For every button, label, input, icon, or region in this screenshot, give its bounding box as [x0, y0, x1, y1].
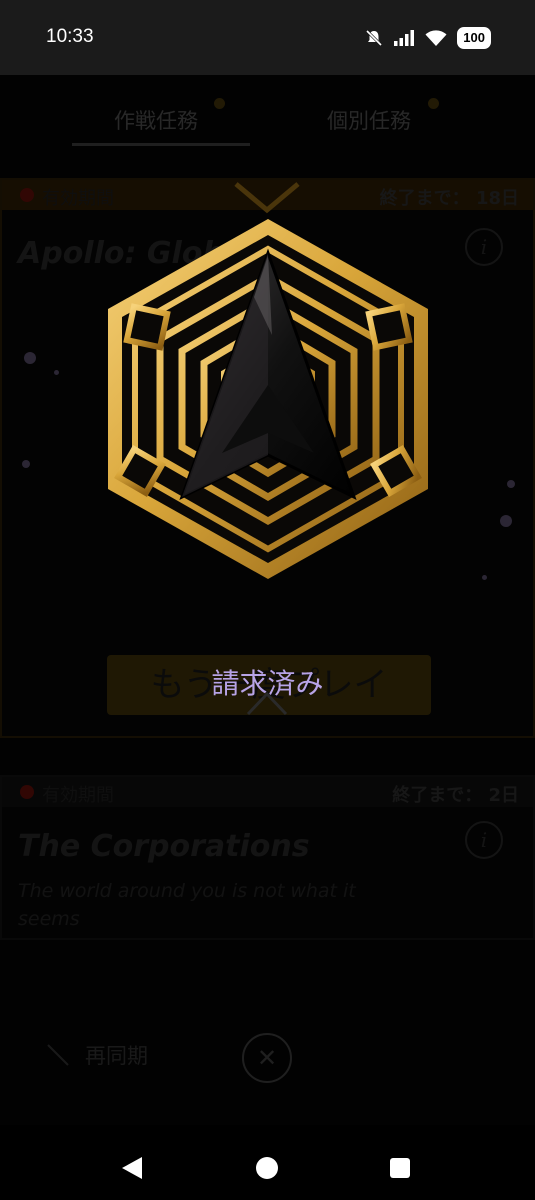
status-time: 10:33	[46, 26, 94, 47]
home-icon[interactable]	[256, 1157, 278, 1179]
status-icons: 100	[365, 27, 491, 49]
recent-apps-icon[interactable]	[390, 1158, 410, 1178]
battery-indicator: 100	[457, 27, 491, 49]
hexagon-arrow-badge-icon	[108, 219, 428, 579]
chevron-down-icon	[234, 182, 300, 214]
back-icon[interactable]	[122, 1157, 142, 1179]
chevron-up-icon[interactable]	[244, 688, 290, 718]
signal-icon	[394, 30, 415, 46]
status-bar: 10:33 100	[0, 0, 535, 75]
wifi-icon	[425, 30, 447, 46]
bell-off-icon	[366, 29, 383, 47]
